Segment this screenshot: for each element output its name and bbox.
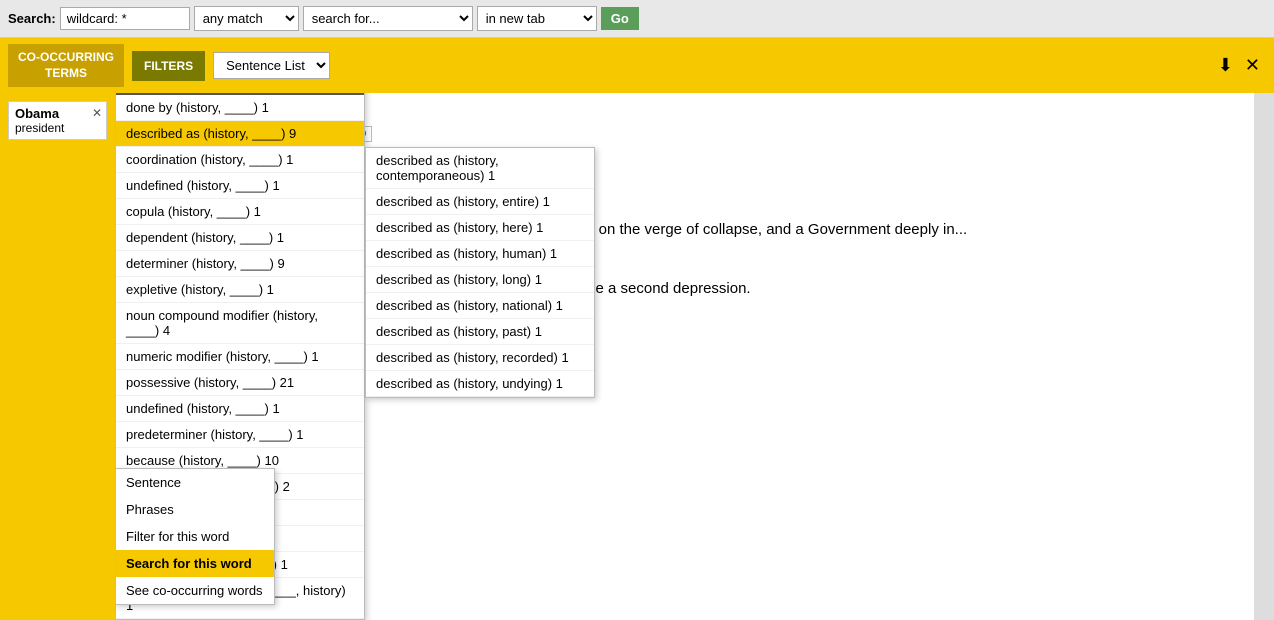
sub-item-1[interactable]: described as (history, entire) 1 [366,189,594,215]
search-label: Search: [8,11,56,26]
sub-item-2[interactable]: described as (history, here) 1 [366,215,594,241]
dropdown-item-10[interactable]: possessive (history, ____) 21 [116,370,364,396]
tag-type: president [15,121,64,135]
context-menu-search[interactable]: Search for this word [116,550,274,577]
context-menu-sentence[interactable]: Sentence [116,469,274,496]
dropdown-item-6[interactable]: determiner (history, ____) 9 [116,251,364,277]
dropdown-item-5[interactable]: dependent (history, ____) 1 [116,225,364,251]
context-menu: Sentence Phrases Filter for this word Se… [115,468,275,605]
context-menu-co-occurring[interactable]: See co-occurring words [116,577,274,604]
search-for-select[interactable]: search for... [303,6,473,31]
search-input[interactable] [60,7,190,30]
dropdown-item-3[interactable]: undefined (history, ____) 1 [116,173,364,199]
left-panel: Obama president ✕ [0,93,115,620]
filter-bar: CO-OCCURRINGTERMS FILTERS Sentence List … [0,38,1274,93]
match-select[interactable]: any match all words exact phrase [194,6,299,31]
sub-item-6[interactable]: described as (history, past) 1 [366,319,594,345]
context-menu-filter[interactable]: Filter for this word [116,523,274,550]
main-content: Obama president ✕ Again, we are tested. … [0,93,1274,620]
sentences-area: Again, we are tested. PRESIDENT Obama YE… [115,93,1254,620]
search-bar: Search: any match all words exact phrase… [0,0,1274,38]
dropdown-item-4[interactable]: copula (history, ____) 1 [116,199,364,225]
dropdown-item-0[interactable]: done by (history, ____) 1 [116,95,364,121]
sub-item-8[interactable]: described as (history, undying) 1 [366,371,594,397]
sub-item-5[interactable]: described as (history, national) 1 [366,293,594,319]
dropdown-item-2[interactable]: coordination (history, ____) 1 [116,147,364,173]
tag-obama: Obama president ✕ [8,101,107,140]
sub-item-4[interactable]: described as (history, long) 1 [366,267,594,293]
dropdown-item-1[interactable]: described as (history, ____) 9 [116,121,364,147]
tag-name: Obama [15,106,64,121]
scrollbar[interactable] [1254,93,1274,620]
dropdown-item-9[interactable]: numeric modifier (history, ____) 1 [116,344,364,370]
dropdown-item-8[interactable]: noun compound modifier (history, ____) 4 [116,303,364,344]
context-menu-phrases[interactable]: Phrases [116,496,274,523]
close-button[interactable]: ✕ [1239,51,1266,80]
download-button[interactable]: ⬇ [1212,51,1239,80]
top-actions: ⬇ ✕ [1212,51,1266,80]
sub-item-7[interactable]: described as (history, recorded) 1 [366,345,594,371]
dropdown-item-11[interactable]: undefined (history, ____) 1 [116,396,364,422]
go-button[interactable]: Go [601,7,639,30]
dropdown-item-7[interactable]: expletive (history, ____) 1 [116,277,364,303]
sub-dropdown: described as (history, contemporaneous) … [365,147,595,398]
tab-select[interactable]: in new tab in same tab [477,6,597,31]
sub-item-3[interactable]: described as (history, human) 1 [366,241,594,267]
tag-close-icon[interactable]: ✕ [92,106,102,120]
filters-button[interactable]: FILTERS [132,51,205,81]
co-occurring-button[interactable]: CO-OCCURRINGTERMS [8,44,124,87]
sentence-list-select[interactable]: Sentence List [213,52,330,79]
sub-item-0[interactable]: described as (history, contemporaneous) … [366,148,594,189]
dropdown-item-12[interactable]: predeterminer (history, ____) 1 [116,422,364,448]
